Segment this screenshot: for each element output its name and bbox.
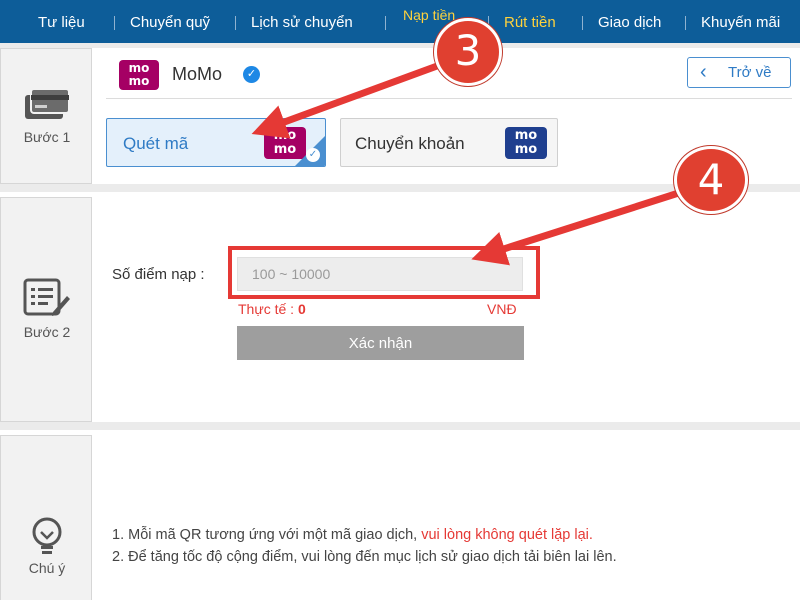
- annotation-callout-3: 3: [434, 18, 502, 86]
- arrow-to-scan-qr: [251, 58, 450, 139]
- annotation-callout-4: 4: [674, 146, 748, 214]
- arrow-to-input: [471, 186, 690, 266]
- annotation-arrows: [251, 58, 690, 266]
